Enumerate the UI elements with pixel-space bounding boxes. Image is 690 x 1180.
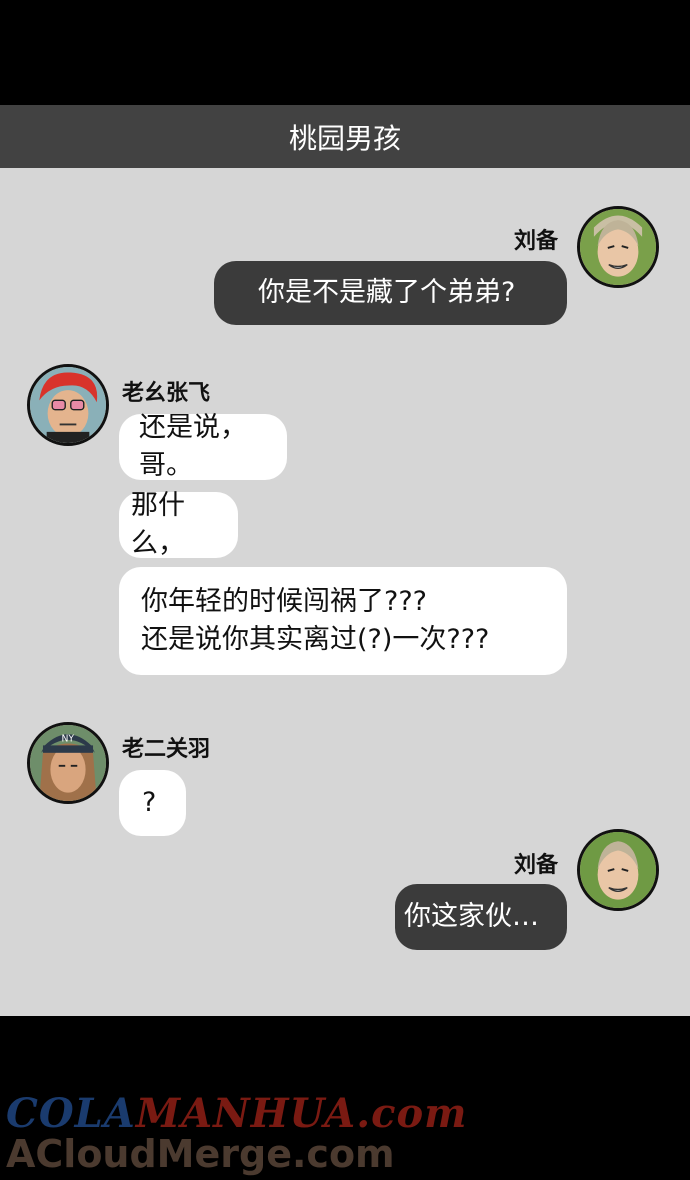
watermark: COLAMANHUA.com ACloudMerge.com (0, 1090, 690, 1180)
liubei-avatar-icon[interactable] (577, 829, 659, 911)
sender-name: 刘备 (514, 229, 559, 254)
message-bubble[interactable]: 你年轻的时候闯祸了??? 还是说你其实离过(?)一次??? (119, 567, 567, 675)
liubei-avatar-icon[interactable] (577, 206, 659, 288)
message-bubble[interactable]: ? (119, 770, 186, 836)
guanyu-avatar-icon[interactable]: NY (27, 722, 109, 804)
message-text: 那什么， (131, 490, 185, 559)
message-bubble[interactable]: 还是说，哥。 (119, 412, 287, 481)
message-bubble[interactable]: 你这家伙… (395, 884, 567, 950)
svg-text:NY: NY (62, 734, 75, 745)
message-bubble[interactable]: 你是不是藏了个弟弟? (214, 261, 567, 325)
message-text: 你这家伙… (404, 901, 539, 932)
message-text: 你是不是藏了个弟弟? (258, 277, 516, 308)
message-text: 还是说，哥。 (139, 412, 247, 481)
watermark-line1: COLAMANHUA.com (6, 1090, 468, 1137)
top-letterbox (0, 0, 690, 105)
chat-header: 桃园男孩 (0, 105, 690, 168)
sender-name: 老幺张飞 (122, 381, 211, 406)
sender-name: 老二关羽 (122, 737, 211, 762)
message-text: 你年轻的时候闯祸了??? 还是说你其实离过(?)一次??? (141, 586, 490, 655)
watermark-line2: ACloudMerge.com (6, 1132, 395, 1176)
sender-name: 刘备 (514, 853, 559, 878)
chat-title: 桃园男孩 (288, 121, 401, 155)
zhangfei-avatar-icon[interactable] (27, 364, 109, 446)
message-bubble[interactable]: 那什么， (119, 490, 238, 559)
message-text: ? (142, 787, 157, 818)
chat-screen: 桃园男孩 刘备 你是不是藏了个弟弟? 老幺张飞 还是说，哥。 那什么， 你年轻的… (0, 0, 690, 1180)
